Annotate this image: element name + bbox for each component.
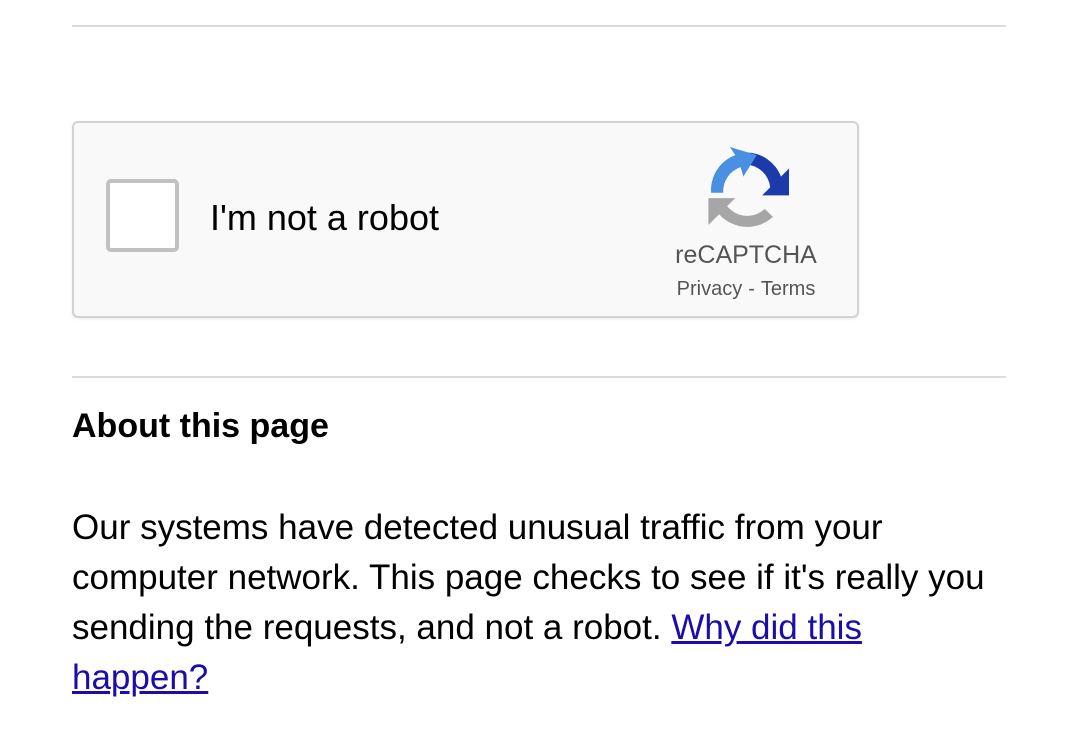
recaptcha-brand-name: reCAPTCHA: [675, 241, 817, 269]
top-divider: [72, 25, 1006, 27]
captcha-page: I'm not a robot reCAPTCHA Privacy - Terms …: [0, 0, 1079, 755]
about-heading: About this page: [72, 407, 329, 445]
recaptcha-widget: I'm not a robot reCAPTCHA Privacy - Terms: [72, 121, 859, 318]
section-divider: [72, 376, 1006, 378]
recaptcha-links: Privacy - Terms: [651, 278, 841, 301]
privacy-link[interactable]: Privacy: [677, 278, 743, 300]
about-description: Our systems have detected unusual traffi…: [72, 503, 1002, 703]
checkbox-label[interactable]: I'm not a robot: [210, 197, 439, 239]
recaptcha-logo-icon: [708, 147, 789, 227]
links-separator: -: [748, 278, 755, 300]
recaptcha-branding: reCAPTCHA Privacy - Terms: [651, 147, 841, 301]
not-a-robot-checkbox[interactable]: [106, 179, 179, 252]
terms-link[interactable]: Terms: [761, 278, 815, 300]
